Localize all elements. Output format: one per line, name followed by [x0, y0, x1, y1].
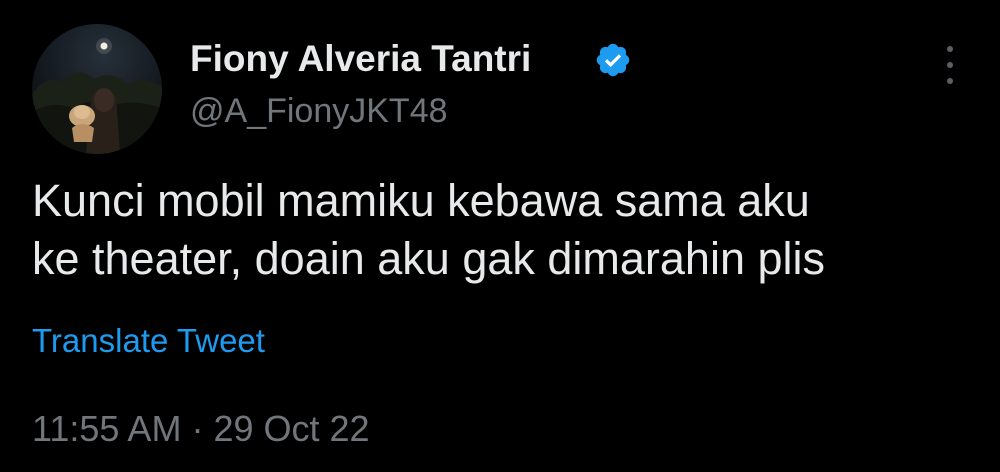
avatar[interactable]	[32, 24, 162, 154]
avatar-photo	[32, 24, 162, 154]
tweet-time[interactable]: 11:55 AM	[32, 408, 181, 449]
timestamp-separator: ·	[191, 408, 204, 449]
more-vertical-icon	[947, 78, 953, 84]
more-options-button[interactable]	[930, 40, 970, 90]
more-vertical-icon	[947, 62, 953, 68]
author-name[interactable]: Fiony Alveria Tantri	[190, 38, 531, 80]
author-handle[interactable]: @A_FionyJKT48	[190, 92, 448, 131]
tweet-timestamp[interactable]: 11:55 AM · 29 Oct 22	[32, 408, 370, 450]
verified-badge-icon	[596, 43, 630, 77]
tweet-card: Fiony Alveria Tantri @A_FionyJKT48 Kunci…	[0, 0, 1000, 472]
tweet-date[interactable]: 29 Oct 22	[213, 408, 369, 449]
tweet-text: Kunci mobil mamiku kebawa sama aku ke th…	[32, 175, 825, 284]
translate-tweet-link[interactable]: Translate Tweet	[32, 322, 265, 360]
more-vertical-icon	[947, 46, 953, 52]
